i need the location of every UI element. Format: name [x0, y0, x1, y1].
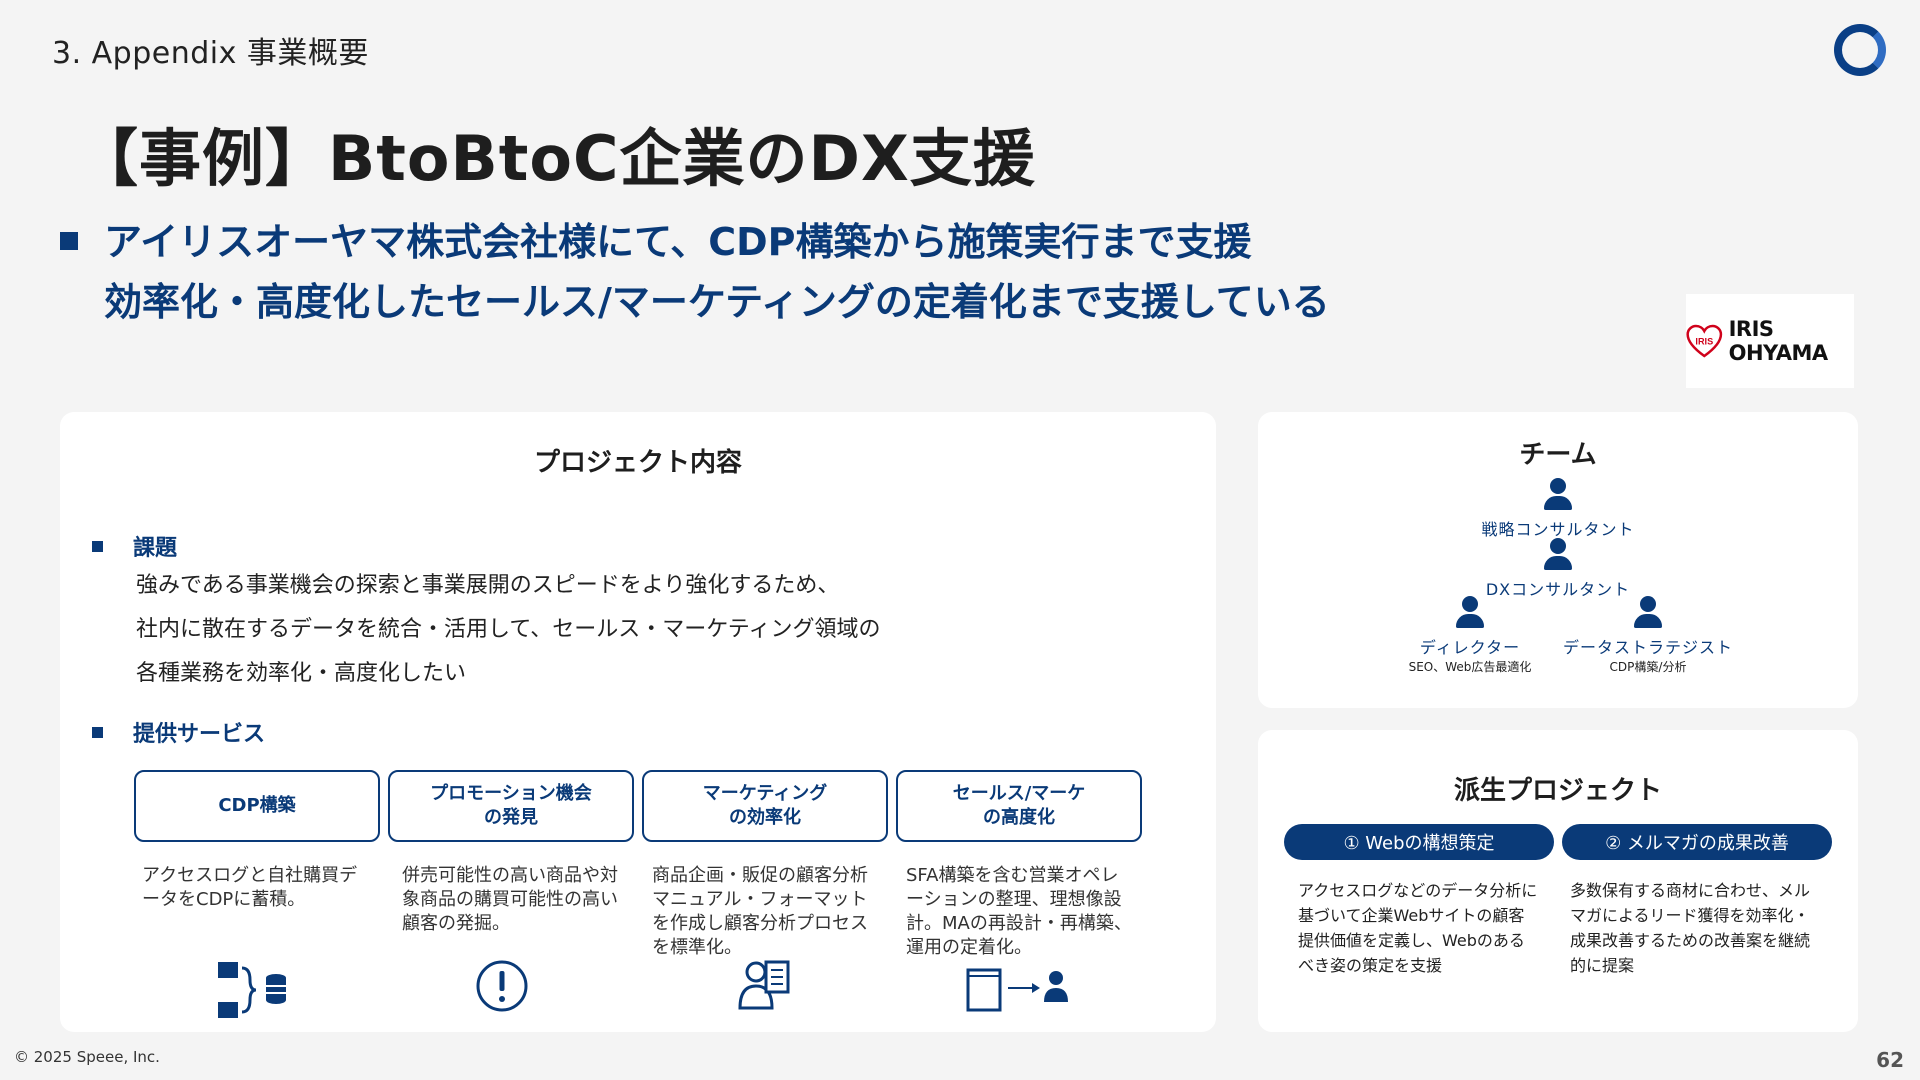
service-box-sales: セールス/マーケ の高度化 [896, 770, 1142, 842]
service-title-sub: の発見 [483, 807, 538, 828]
role-dx: DXコンサルタント [1485, 580, 1631, 599]
service-title: CDP構築 [218, 795, 296, 816]
service-heading: 提供サービス [92, 716, 265, 748]
project-card: プロジェクト内容 課題 強みである事業機会の探索と事業展開のスピードをより強化す… [60, 412, 1216, 1032]
issue-text: 強みである事業機会の探索と事業展開のスピードをより強化するため、 社内に散在する… [136, 564, 880, 696]
service-box-marketing: マーケティング の効率化 [642, 770, 888, 842]
analyst-icon [738, 960, 790, 1010]
issue-line: 社内に散在するデータを統合・活用して、セールス・マーケティング領域の [136, 617, 881, 642]
service-title-sub: の効率化 [729, 807, 801, 828]
issue-heading: 課題 [92, 530, 177, 562]
subtitle: アイリスオーヤマ株式会社様にて、CDP構築から施策実行まで支援 効率化・高度化し… [104, 212, 1330, 332]
iris-heart-logo-icon: IRIS [1686, 324, 1723, 358]
issue-line: 各種業務を効率化・高度化したい [136, 661, 467, 686]
person-icon [1634, 596, 1662, 628]
subtitle-line-2: 効率化・高度化したセールス/マーケティングの定着化まで支援している [104, 280, 1330, 324]
exclamation-icon [476, 960, 528, 1012]
company-logo-icon [1834, 24, 1886, 76]
service-desc: 商品企画・販促の顧客分析マニュアル・フォーマットを作成し顧客分析プロセスを標準化… [652, 865, 868, 958]
service-title-sub: の高度化 [982, 807, 1055, 828]
person-icon [1456, 596, 1484, 628]
issue-heading-label: 課題 [133, 536, 178, 561]
derived-item-web-pill: ① Webの構想策定 [1284, 824, 1554, 860]
bullet-square-icon [92, 726, 103, 738]
derived-item-mail-desc: 多数保有する商材に合わせ、メルマガによるリード獲得を効率化・成果改善するための改… [1570, 881, 1811, 975]
service-desc: SFA構築を含む営業オペレーションの整理、理想像設計。MAの再設計・再構築、運用… [906, 865, 1132, 958]
role-strategist: データストラテジスト [1562, 638, 1733, 657]
database-icon [218, 962, 286, 1018]
service-heading-label: 提供サービス [133, 722, 266, 747]
document-to-person-icon [966, 968, 1068, 1012]
copyright: © 2025 Speee, Inc. [14, 1048, 160, 1066]
role-strategy: 戦略コンサルタント [1481, 520, 1635, 539]
section-label: 3. Appendix 事業概要 [52, 36, 369, 71]
page-number: 62 [1876, 1048, 1904, 1072]
service-title: マーケティング [702, 783, 828, 804]
team-card-title: チーム [1519, 440, 1597, 470]
service-desc: アクセスログと自社購買データをCDPに蓄積。 [142, 865, 358, 910]
derived-card-title: 派生プロジェクト [1453, 776, 1662, 806]
service-title: プロモーション機会 [430, 783, 592, 804]
svg-text:IRIS: IRIS [1695, 336, 1713, 346]
project-card-title: プロジェクト内容 [533, 448, 742, 478]
issue-line: 強みである事業機会の探索と事業展開のスピードをより強化するため、 [136, 573, 840, 598]
team-card: チーム 戦略コンサルタント DXコンサルタント ディレクター SEO、Web広告… [1258, 412, 1858, 708]
person-icon [1544, 478, 1572, 510]
subtitle-line-1: アイリスオーヤマ株式会社様にて、CDP構築から施策実行まで支援 [104, 220, 1252, 264]
derived-item-web-desc: アクセスログなどのデータ分析に基づいて企業Webサイトの顧客提供価値を定義し、W… [1298, 881, 1538, 975]
role-strategist-sub: CDP構築/分析 [1609, 660, 1687, 674]
person-icon [1544, 538, 1572, 570]
derived-item-mail-pill: ② メルマガの成果改善 [1562, 824, 1832, 860]
service-desc: 併売可能性の高い商品や対象商品の購買可能性の高い顧客の発掘。 [402, 865, 618, 934]
bullet-square-icon [92, 540, 103, 552]
service-box-promotion: プロモーション機会 の発見 [388, 770, 634, 842]
service-box-cdp: CDP構築 [134, 770, 380, 842]
derived-projects-card: 派生プロジェクト ① Webの構想策定 ② メルマガの成果改善 アクセスログなど… [1258, 730, 1858, 1032]
client-logo-text: IRIS OHYAMA [1728, 317, 1829, 365]
page-title: 【事例】BtoBtoC企業のDX支援 [76, 122, 1036, 195]
service-title: セールス/マーケ [952, 783, 1086, 804]
bullet-square-icon [60, 232, 78, 250]
client-logo: IRIS IRIS OHYAMA [1686, 294, 1854, 388]
